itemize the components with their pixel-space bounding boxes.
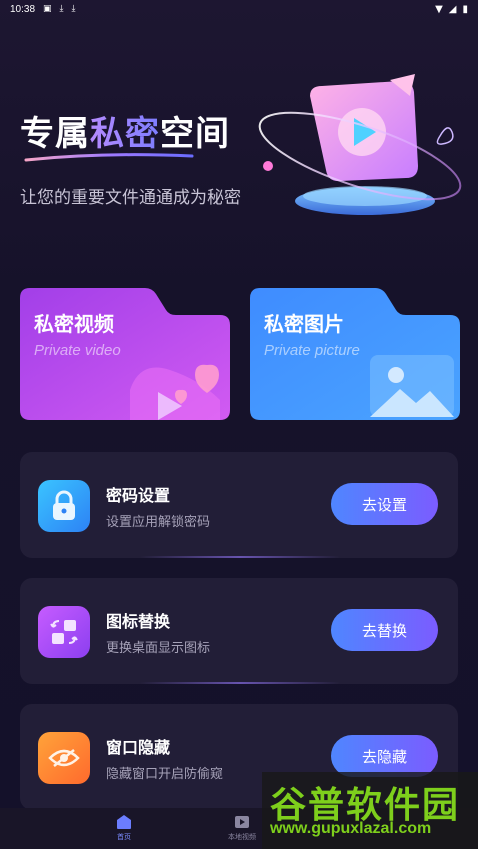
notification-a-icon: ▣	[43, 4, 52, 14]
private-video-folder[interactable]: 私密视频 Private video	[20, 288, 230, 420]
card-description: 隐藏窗口开启防偷窥	[106, 767, 224, 782]
card-title: 窗口隐藏	[106, 738, 171, 757]
download-icon: ⤓	[71, 4, 76, 14]
hero-banner: 专属私密空间 让您的重要文件通通成为秘密	[0, 18, 478, 248]
icon-replace-card: 图标替换 更换桌面显示图标 去替换	[20, 578, 458, 684]
watermark-overlay: 谷普软件园 www.gupuxlazal.com	[262, 772, 478, 849]
wifi-icon: ▼	[435, 3, 443, 15]
eye-hide-icon	[38, 732, 90, 784]
tab-home[interactable]: 首页	[65, 808, 183, 849]
go-settings-button[interactable]: 去设置	[331, 483, 438, 525]
card-description: 更换桌面显示图标	[106, 641, 211, 656]
video-bubble-illustration	[258, 74, 462, 215]
video-icon	[235, 816, 249, 828]
folder-subtitle: Private video	[34, 342, 121, 359]
signal-icon: ◢	[448, 3, 457, 15]
home-icon	[117, 815, 131, 829]
download-icon: ⤓	[59, 4, 64, 14]
title-part-1: 专属	[20, 114, 90, 154]
folder-title: 私密视频	[34, 312, 114, 336]
card-title: 密码设置	[106, 486, 171, 505]
card-description: 设置应用解锁密码	[106, 515, 211, 530]
password-settings-card: 密码设置 设置应用解锁密码 去设置	[20, 452, 458, 558]
hero-subtitle: 让您的重要文件通通成为秘密	[20, 188, 241, 208]
card-title: 图标替换	[106, 612, 171, 631]
go-hide-button[interactable]: 去隐藏	[331, 735, 438, 777]
folder-subtitle: Private picture	[264, 342, 360, 359]
status-time: 10:38	[10, 3, 36, 15]
go-replace-button[interactable]: 去替换	[331, 609, 438, 651]
swap-icon	[38, 606, 90, 658]
status-bar: 10:38 ▣ ⤓ ⤓ ▼ ◢ ▮	[0, 0, 478, 18]
battery-icon: ▮	[462, 3, 468, 15]
private-picture-folder[interactable]: 私密图片 Private picture	[250, 288, 460, 420]
image-picture-icon	[370, 355, 454, 417]
tab-label: 本地视频	[228, 833, 256, 841]
watermark-url: www.gupuxlazal.com	[270, 820, 432, 837]
folder-title: 私密图片	[264, 312, 344, 336]
title-accent: 私密	[90, 114, 160, 154]
card-glow-divider	[140, 682, 340, 684]
title-part-2: 空间	[160, 114, 230, 154]
page-title: 专属私密空间	[20, 106, 230, 155]
video-play-heart-icon	[130, 364, 220, 420]
card-glow-divider	[140, 556, 340, 558]
lock-icon	[38, 480, 90, 532]
title-underline-decoration	[24, 153, 194, 162]
tab-label: 首页	[117, 833, 131, 841]
